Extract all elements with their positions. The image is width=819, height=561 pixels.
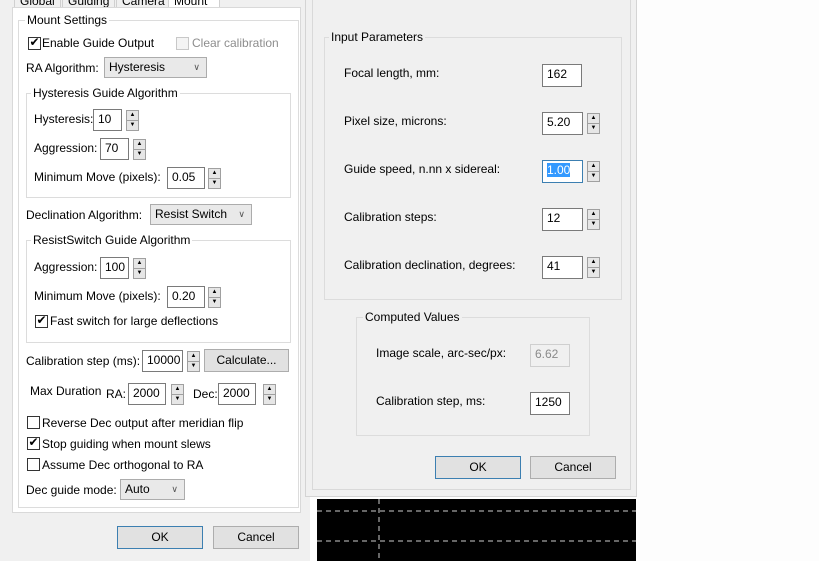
hysteresis-spinner[interactable]: ▲ ▼ (126, 110, 139, 131)
focal-length-input[interactable]: 162 (542, 64, 582, 87)
cancel-button[interactable]: Cancel (213, 526, 299, 549)
fast-switch-label: Fast switch for large deflections (50, 314, 219, 328)
hysteresis-input[interactable]: 10 (93, 109, 122, 131)
dec-algorithm-select[interactable]: Resist Switch ∨ (150, 204, 252, 225)
pixel-size-label: Pixel size, microns: (344, 114, 447, 128)
hysteresis-label: Hysteresis: (34, 112, 94, 126)
checkmark-icon: ✔ (29, 35, 40, 49)
calibration-step-label: Calibration step (ms): (26, 354, 141, 368)
calibration-step-input[interactable]: 10000 (142, 350, 183, 372)
dec-guide-mode-select[interactable]: Auto ∨ (120, 479, 185, 500)
reverse-dec-checkbox[interactable] (27, 416, 40, 429)
rs-min-move-spinner[interactable]: ▲ ▼ (208, 287, 221, 308)
assume-orthogonal-checkbox[interactable] (27, 458, 40, 471)
pixel-size-input[interactable]: 5.20 (542, 112, 583, 135)
reverse-dec-label: Reverse Dec output after meridian flip (42, 416, 244, 430)
max-duration-label: Max Duration (30, 384, 102, 398)
mount-tab-page: Mount Settings ✔ Enable Guide Output Cle… (12, 7, 301, 513)
calc-cancel-button[interactable]: Cancel (530, 456, 616, 479)
calibration-steps-input[interactable]: 12 (542, 208, 583, 231)
spin-down-icon[interactable]: ▼ (263, 394, 276, 405)
max-duration-dec-input[interactable]: 2000 (218, 383, 256, 405)
hysteresis-min-move-input[interactable]: 0.05 (167, 167, 205, 189)
advanced-settings-dialog: Global Guiding Camera Mount Mount Settin… (0, 0, 310, 561)
ok-button[interactable]: OK (117, 526, 203, 549)
rs-aggression-spinner[interactable]: ▲ ▼ (133, 258, 146, 279)
rs-min-move-input[interactable]: 0.20 (167, 286, 205, 308)
min-move-label: Minimum Move (pixels): (34, 170, 161, 184)
calculate-button[interactable]: Calculate... (204, 349, 289, 372)
computed-values-group: Computed Values (356, 310, 590, 436)
pixel-size-spinner[interactable]: ▲ ▼ (587, 113, 600, 134)
calibration-calculator-dialog: Input Parameters Focal length, mm: 162 P… (305, 0, 637, 497)
spin-down-icon[interactable]: ▼ (587, 267, 600, 278)
stop-guiding-label: Stop guiding when mount slews (42, 437, 211, 451)
ra-algorithm-label: RA Algorithm: (26, 61, 99, 75)
checkmark-icon: ✔ (36, 313, 47, 327)
spin-down-icon[interactable]: ▼ (187, 361, 200, 372)
calc-ok-button[interactable]: OK (435, 456, 521, 479)
assume-orthogonal-label: Assume Dec orthogonal to RA (42, 458, 204, 472)
spin-down-icon[interactable]: ▼ (133, 149, 146, 160)
image-scale-value: 6.62 (530, 344, 570, 367)
dec-guide-mode-label: Dec guide mode: (26, 483, 117, 497)
mount-settings-title: Mount Settings (25, 13, 110, 27)
chevron-down-icon: ∨ (193, 62, 200, 72)
max-duration-ra-label: RA: (106, 387, 127, 401)
spin-down-icon[interactable]: ▼ (208, 178, 221, 189)
resist-switch-group-title: ResistSwitch Guide Algorithm (31, 233, 193, 247)
input-parameters-title: Input Parameters (329, 30, 426, 44)
spin-down-icon[interactable]: ▼ (587, 171, 600, 182)
focal-length-label: Focal length, mm: (344, 66, 440, 80)
chevron-down-icon: ∨ (238, 209, 245, 219)
spin-down-icon[interactable]: ▼ (208, 297, 221, 308)
fast-switch-checkbox[interactable]: ✔ (35, 313, 48, 328)
guide-speed-input[interactable]: 1.00 (542, 160, 583, 183)
calibration-declination-input[interactable]: 41 (542, 256, 583, 279)
spin-down-icon[interactable]: ▼ (171, 394, 184, 405)
calibration-steps-label: Calibration steps: (344, 210, 437, 224)
calibration-step-ms-value[interactable]: 1250 (530, 392, 570, 415)
rs-aggression-label: Aggression: (34, 260, 98, 274)
stop-guiding-checkbox[interactable]: ✔ (27, 435, 40, 450)
chevron-down-icon: ∨ (171, 484, 178, 494)
spin-down-icon[interactable]: ▼ (587, 219, 600, 230)
calibration-step-spinner[interactable]: ▲ ▼ (187, 351, 200, 372)
dec-algorithm-label: Declination Algorithm: (26, 208, 143, 222)
guide-speed-label: Guide speed, n.nn x sidereal: (344, 162, 501, 176)
rs-aggression-input[interactable]: 100 (100, 257, 129, 279)
image-scale-label: Image scale, arc-sec/px: (376, 346, 507, 360)
aggression-label: Aggression: (34, 141, 98, 155)
calibration-steps-spinner[interactable]: ▲ ▼ (587, 209, 600, 230)
enable-guide-output-checkbox[interactable]: ✔ (28, 35, 41, 50)
calibration-declination-spinner[interactable]: ▲ ▼ (587, 257, 600, 278)
max-duration-dec-label: Dec: (193, 387, 218, 401)
calibration-declination-label: Calibration declination, degrees: (344, 258, 516, 272)
computed-values-title: Computed Values (363, 310, 462, 324)
preview-grid (317, 499, 636, 561)
guide-speed-spinner[interactable]: ▲ ▼ (587, 161, 600, 182)
hysteresis-group-title: Hysteresis Guide Algorithm (31, 86, 180, 100)
guide-image-preview (317, 499, 636, 561)
clear-calibration-label: Clear calibration (192, 36, 279, 50)
max-duration-dec-spinner[interactable]: ▲ ▼ (263, 384, 276, 405)
hysteresis-aggression-input[interactable]: 70 (100, 138, 129, 160)
max-duration-ra-spinner[interactable]: ▲ ▼ (171, 384, 184, 405)
rs-min-move-label: Minimum Move (pixels): (34, 289, 161, 303)
hysteresis-min-move-spinner[interactable]: ▲ ▼ (208, 168, 221, 189)
hysteresis-aggression-spinner[interactable]: ▲ ▼ (133, 139, 146, 160)
checkmark-icon: ✔ (28, 435, 39, 449)
spin-down-icon[interactable]: ▼ (126, 120, 139, 131)
calibration-step-ms-label: Calibration step, ms: (376, 394, 486, 408)
clear-calibration-checkbox[interactable] (176, 37, 189, 50)
spin-down-icon[interactable]: ▼ (133, 268, 146, 279)
enable-guide-output-label: Enable Guide Output (42, 36, 155, 50)
max-duration-ra-input[interactable]: 2000 (128, 383, 166, 405)
ra-algorithm-select[interactable]: Hysteresis ∨ (104, 57, 207, 78)
spin-down-icon[interactable]: ▼ (587, 123, 600, 134)
